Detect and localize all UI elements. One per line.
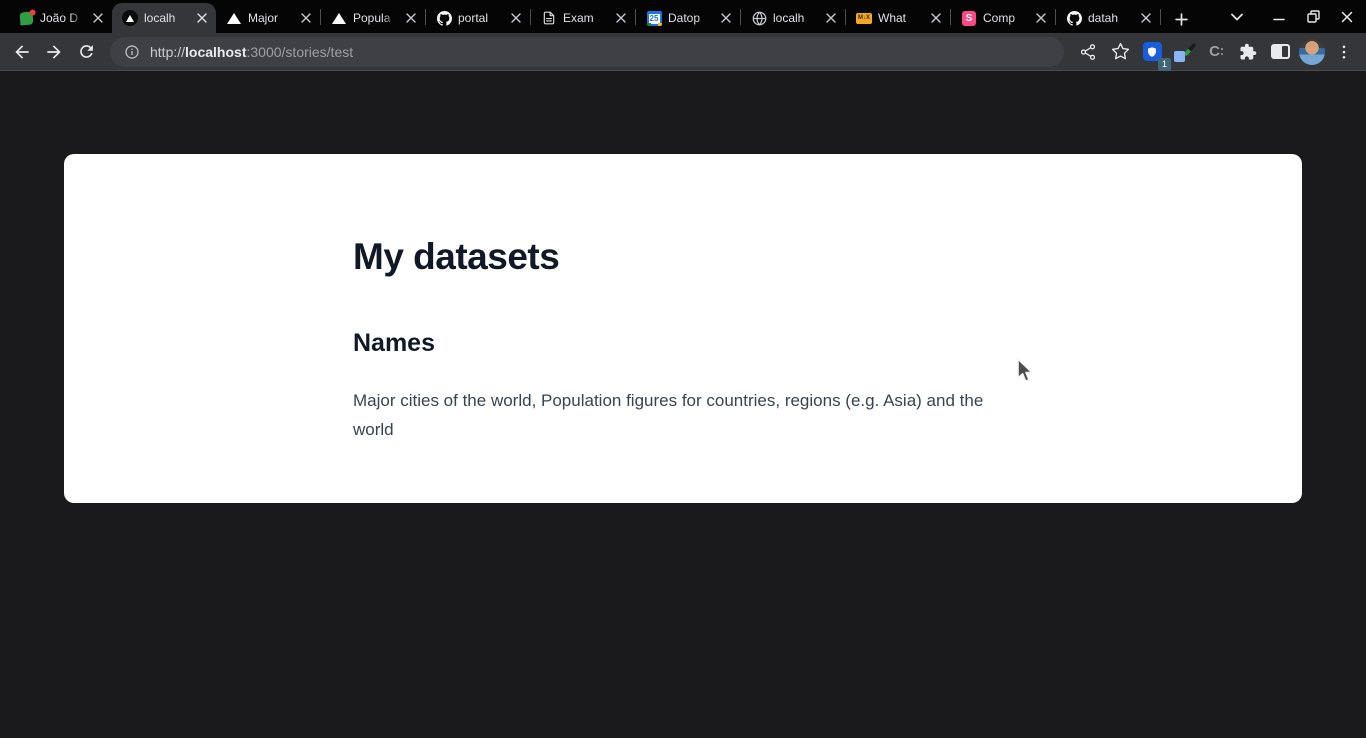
reload-button[interactable] [70,36,102,68]
tab-close-icon[interactable] [508,10,524,26]
tab-close-icon[interactable] [194,10,210,26]
tab-divider [1160,9,1161,25]
side-panel-icon[interactable] [1264,36,1296,68]
storybook-letter: S [962,11,976,26]
mouse-cursor [1017,358,1036,385]
url-scheme: http:// [150,44,185,60]
color-picker-eyedropper-icon[interactable] [1168,36,1200,68]
tab-title: What [878,11,922,25]
tab-title: Comp [983,11,1027,25]
tab-title: datah [1088,11,1132,25]
kebab-menu-icon[interactable] [1328,36,1360,68]
window-restore-icon[interactable] [1300,4,1326,30]
toolbar: http://localhost:3000/stories/test 1 C [0,33,1366,71]
green-site-favicon-icon [18,10,34,26]
tab-comp[interactable]: S Comp [951,3,1055,33]
tab-exam[interactable]: Exam [531,3,635,33]
tab-title: Exam [563,11,607,25]
mdx-label: M↓X [856,13,872,24]
tab-portal[interactable]: portal [426,3,530,33]
page-viewport: My datasets Names Major cities of the wo… [0,71,1366,738]
extension-c-label: C [1209,43,1220,60]
tab-strip: João D localh Major Popula [0,0,1366,33]
extensions-puzzle-icon[interactable] [1232,36,1264,68]
url-address-bar[interactable]: http://localhost:3000/stories/test [110,37,1064,67]
tab-title: Popula [353,11,397,25]
section-heading: Names [353,331,1013,356]
tab-datah[interactable]: datah [1056,3,1160,33]
site-info-icon[interactable] [124,44,140,60]
document-icon [541,10,557,26]
tab-close-icon[interactable] [823,10,839,26]
url-host: localhost [185,44,246,60]
storybook-icon: S [961,10,977,26]
bitwarden-badge: 1 [1158,58,1171,71]
tab-title: Datop [668,11,712,25]
tab-datop[interactable]: 25 Datop [636,3,740,33]
tab-close-icon[interactable] [718,10,734,26]
bookmark-star-icon[interactable] [1104,36,1136,68]
dataset-names-text: Major cities of the world, Population fi… [353,386,1011,444]
tab-close-icon[interactable] [403,10,419,26]
tab-popula[interactable]: Popula [321,3,425,33]
tab-title: Major [248,11,292,25]
tab-title: portal [458,11,502,25]
tab-close-icon[interactable] [1138,10,1154,26]
content-card: My datasets Names Major cities of the wo… [64,154,1302,503]
browser-window: João D localh Major Popula [0,0,1366,738]
tab-title: João D [40,11,84,25]
tab-close-icon[interactable] [90,10,106,26]
page-title: My datasets [353,238,1013,275]
globe-icon [751,10,767,26]
google-calendar-icon: 25 [646,10,662,26]
tab-close-icon[interactable] [613,10,629,26]
window-close-icon[interactable] [1334,4,1360,30]
notification-dot [29,9,35,15]
url-path: :3000/stories/test [247,44,354,60]
tab-joao[interactable]: João D [8,3,112,33]
vercel-triangle-icon [331,10,347,26]
github-icon [436,10,452,26]
tab-close-icon[interactable] [928,10,944,26]
tab-search-chevron-icon[interactable] [1224,4,1250,30]
tab-major[interactable]: Major [216,3,320,33]
vercel-triangle-icon [226,10,242,26]
tab-close-icon[interactable] [298,10,314,26]
share-icon[interactable] [1072,36,1104,68]
tab-what[interactable]: M↓X What [846,3,950,33]
url-text: http://localhost:3000/stories/test [150,44,353,60]
vercel-triangle-icon [122,10,138,26]
tab-localhost-2[interactable]: localh [741,3,845,33]
window-minimize-icon[interactable] [1266,4,1292,30]
mdx-icon: M↓X [856,10,872,26]
tab-close-icon[interactable] [1033,10,1049,26]
github-icon [1066,10,1082,26]
tab-localhost-active[interactable]: localh [112,3,216,33]
forward-button[interactable] [38,36,70,68]
tab-title: localh [144,11,188,25]
tab-title: localh [773,11,817,25]
back-button[interactable] [6,36,38,68]
extension-c-icon[interactable]: C [1200,36,1232,68]
bitwarden-extension-icon[interactable]: 1 [1136,36,1168,68]
profile-avatar[interactable] [1296,36,1328,68]
new-tab-button[interactable] [1167,5,1195,33]
content-column: My datasets Names Major cities of the wo… [353,154,1013,444]
